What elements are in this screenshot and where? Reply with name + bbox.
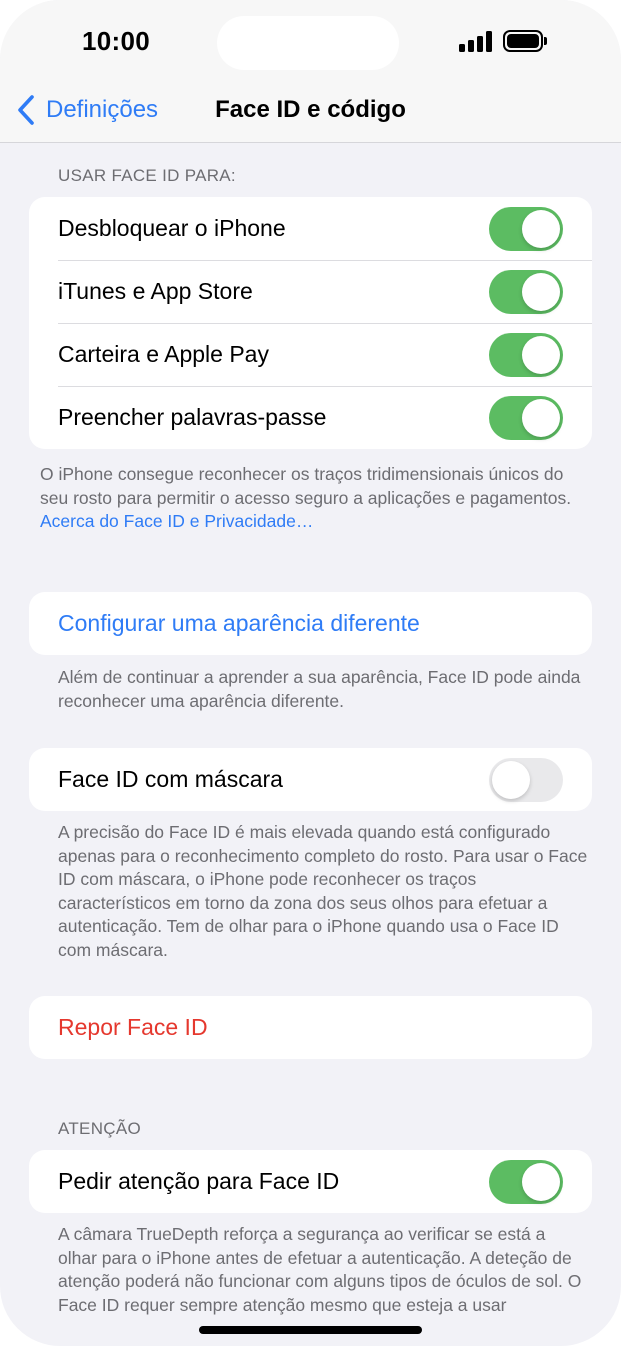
row-label: Carteira e Apple Pay [58, 341, 269, 367]
row-face-id-with-mask: Face ID com máscara [29, 748, 592, 811]
attention-group: Pedir atenção para Face ID [29, 1150, 592, 1213]
navigation-bar: Definições Face ID e código [0, 80, 621, 143]
row-label: Face ID com máscara [58, 766, 283, 792]
mask-footer: A precisão do Face ID é mais elevada qua… [58, 822, 588, 960]
use-face-id-group: Desbloquear o iPhone iTunes e App Store … [29, 197, 592, 449]
status-time: 10:00 [82, 26, 150, 56]
footer-description: O iPhone consegue reconhecer os traços t… [40, 464, 572, 508]
section-header-use-face-id: USAR FACE ID PARA: [58, 166, 236, 185]
battery-icon [503, 30, 547, 52]
privacy-link[interactable]: Acerca do Face ID e Privacidade… [40, 511, 313, 531]
row-autofill-passwords: Preencher palavras-passe [29, 386, 592, 449]
page-title: Face ID e código [215, 96, 406, 123]
attention-footer: A câmara TrueDepth reforça a segurança a… [58, 1224, 582, 1315]
itunes-app-store-toggle[interactable] [489, 270, 563, 314]
dynamic-island [217, 16, 399, 70]
face-id-with-mask-toggle[interactable] [489, 758, 563, 802]
section-header-attention: ATENÇÃO [58, 1119, 142, 1138]
alternate-appearance-group: Configurar uma aparência diferente [29, 592, 592, 655]
row-label: Pedir atenção para Face ID [58, 1168, 340, 1194]
require-attention-toggle[interactable] [489, 1160, 563, 1204]
settings-screen: 10:00 Definições Face ID e código USAR F… [0, 0, 621, 1346]
reset-face-id-label: Repor Face ID [58, 1014, 208, 1040]
row-require-attention: Pedir atenção para Face ID [29, 1150, 592, 1213]
autofill-passwords-toggle[interactable] [489, 396, 563, 440]
row-label: Preencher palavras-passe [58, 404, 327, 430]
wallet-apple-pay-toggle[interactable] [489, 333, 563, 377]
use-face-id-footer: O iPhone consegue reconhecer os traços t… [40, 463, 585, 534]
alternate-appearance-footer: Além de continuar a aprender a sua aparê… [58, 667, 581, 711]
cellular-signal-icon [459, 30, 493, 52]
home-indicator[interactable] [199, 1326, 422, 1334]
alternate-appearance-label: Configurar uma aparência diferente [58, 610, 420, 636]
reset-group: Repor Face ID [29, 996, 592, 1059]
row-label: Desbloquear o iPhone [58, 215, 286, 241]
unlock-iphone-toggle[interactable] [489, 207, 563, 251]
row-label: iTunes e App Store [58, 278, 253, 304]
row-itunes-app-store: iTunes e App Store [29, 260, 592, 323]
mask-group: Face ID com máscara [29, 748, 592, 811]
row-unlock-iphone: Desbloquear o iPhone [29, 197, 592, 260]
set-up-alternate-appearance-button[interactable]: Configurar uma aparência diferente [29, 592, 592, 655]
row-wallet-apple-pay: Carteira e Apple Pay [29, 323, 592, 386]
status-bar: 10:00 [0, 0, 621, 80]
reset-face-id-button[interactable]: Repor Face ID [29, 996, 592, 1059]
